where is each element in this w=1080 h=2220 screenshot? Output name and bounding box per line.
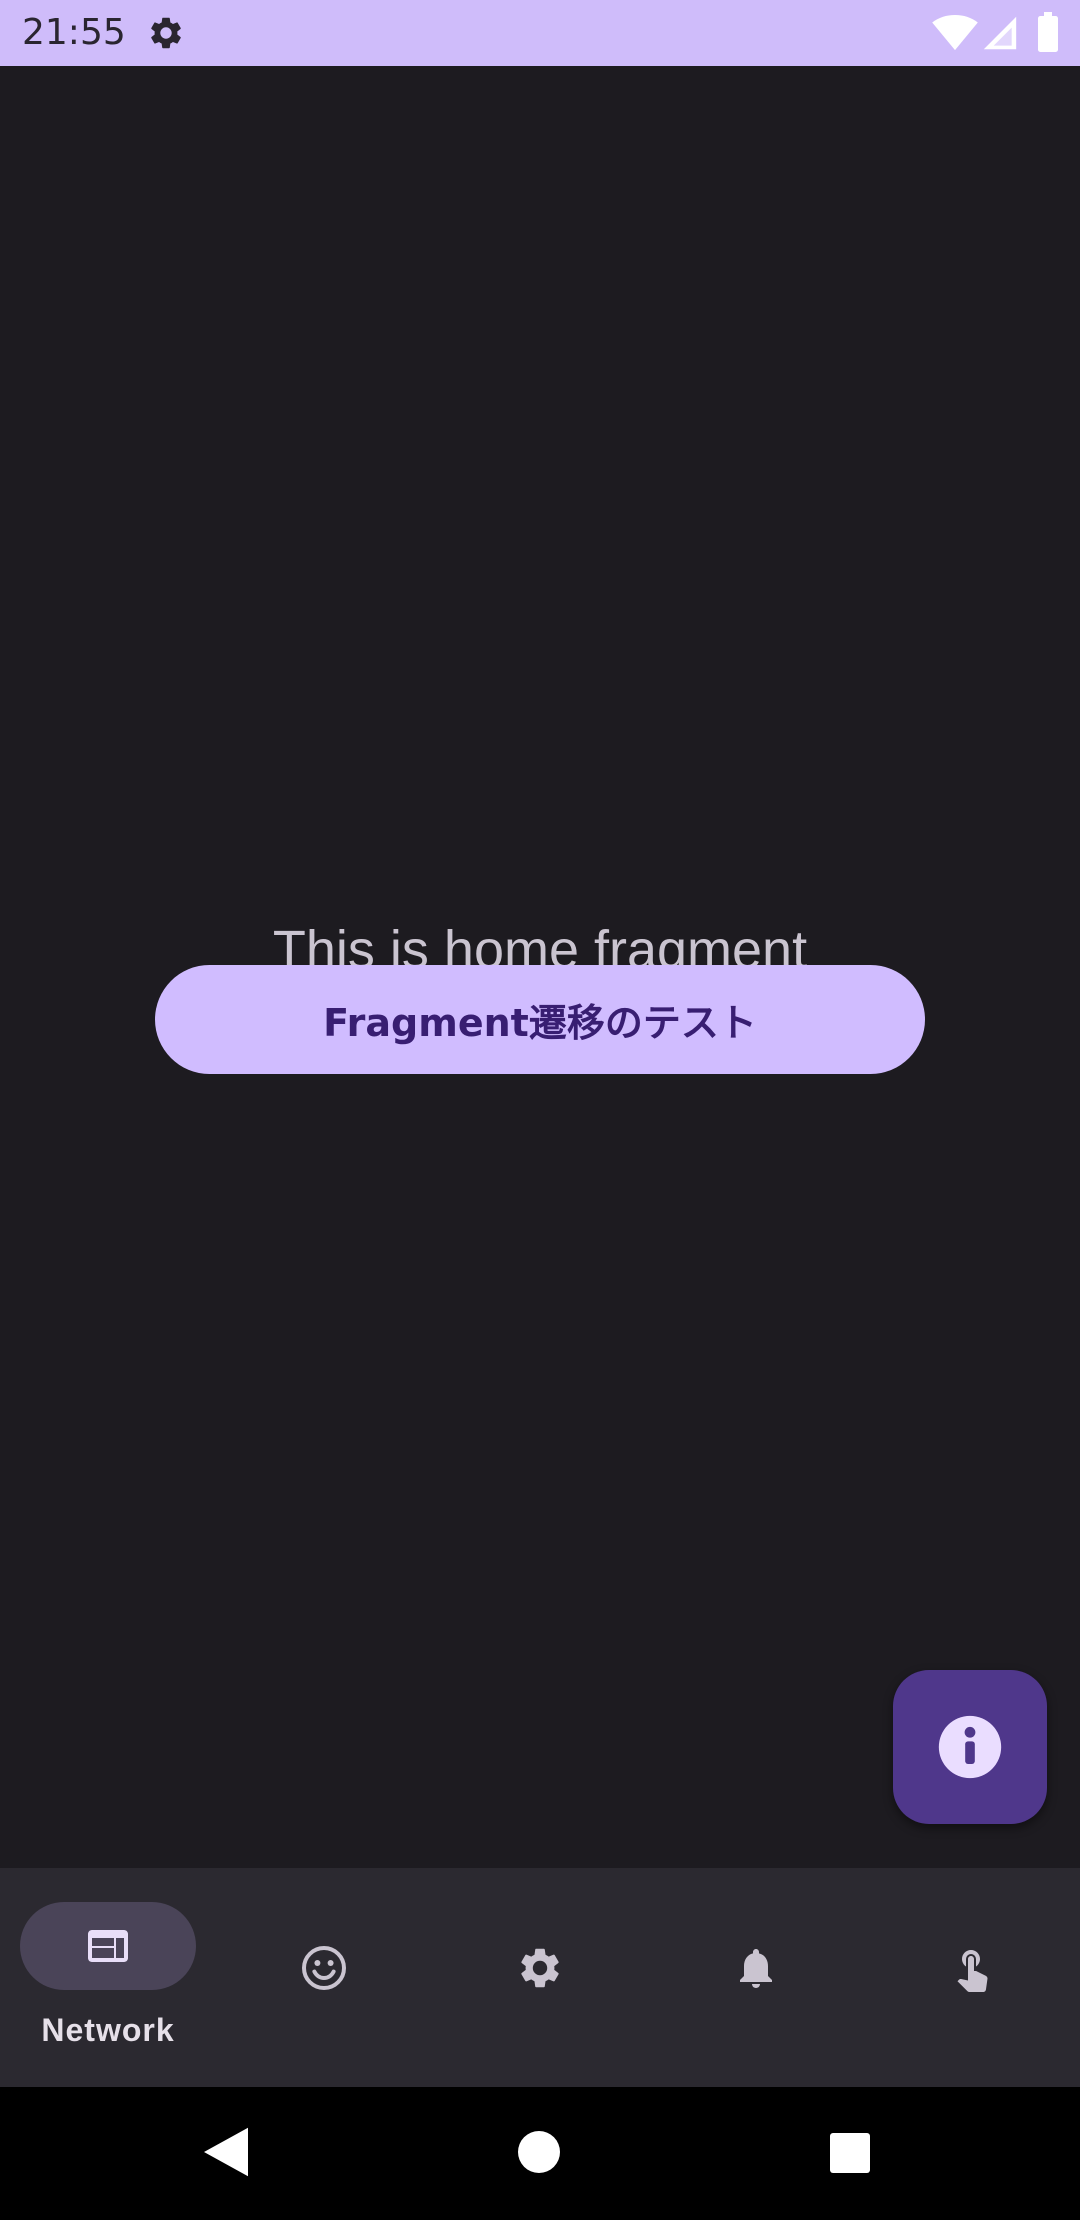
network-icon [88,1930,128,1962]
nav-item-notifications[interactable] [648,1868,864,2087]
nav-item-touch[interactable] [864,1868,1080,2087]
gear-icon [151,17,181,49]
home-fragment: This is home fragment Fragment遷移のテスト [0,66,1080,1868]
signal-icon [983,16,1017,50]
info-fab[interactable] [893,1670,1047,1824]
fragment-transition-button[interactable]: Fragment遷移のテスト [155,965,925,1074]
status-time: 21:55 [22,12,126,53]
bell-icon [740,1949,772,1988]
home-icon[interactable] [518,2131,560,2173]
touch-icon [957,1950,988,1992]
info-icon [938,1715,1002,1779]
smiley-icon [302,1946,346,1990]
status-bar: 21:55 [0,0,1080,66]
battery-icon [1038,12,1058,52]
back-icon[interactable] [204,2127,248,2177]
nav-item-settings[interactable] [432,1868,648,2087]
wifi-icon [932,14,978,51]
nav-label-network: Network [41,2012,175,2048]
bottom-navigation: Network [0,1868,1080,2087]
nav-item-network[interactable]: Network [0,1868,216,2087]
recents-icon[interactable] [830,2133,870,2173]
settings-icon [521,1948,559,1988]
system-navigation-bar [0,2087,1080,2220]
nav-item-smiley[interactable] [216,1868,432,2087]
